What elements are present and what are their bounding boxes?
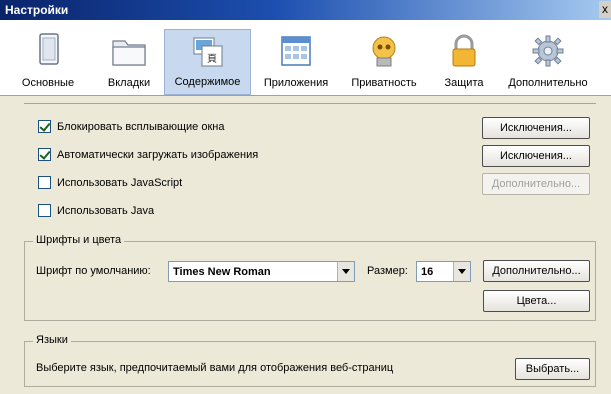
tab-security[interactable]: Защита: [436, 29, 492, 95]
panel-divider: [24, 103, 596, 104]
popups-exceptions-button[interactable]: Исключения...: [482, 117, 590, 139]
checkbox-label: Автоматически загружать изображения: [57, 148, 259, 161]
tab-advanced[interactable]: Дополнительно: [502, 29, 594, 95]
preferences-window: Настройки x Основные Вкладки 頁 Содержимо…: [0, 0, 611, 394]
block-popups-checkbox[interactable]: Блокировать всплывающие окна: [38, 120, 224, 133]
load-images-checkbox[interactable]: Автоматически загружать изображения: [38, 148, 258, 161]
font-size-value: 16: [421, 265, 434, 278]
tab-label: Содержимое: [174, 76, 241, 88]
window-title: Настройки: [5, 3, 69, 17]
general-window-icon: [28, 31, 68, 71]
tab-label: Дополнительно: [508, 77, 588, 89]
tab-label: Приватность: [351, 77, 417, 89]
applications-icon: [276, 31, 316, 71]
advanced-gear-icon: [528, 31, 568, 71]
category-toolbar: Основные Вкладки 頁 Содержимое Приложения…: [0, 20, 611, 96]
tab-label: Защита: [444, 77, 484, 89]
close-button[interactable]: x: [599, 1, 611, 18]
checkbox-label: Использовать JavaScript: [57, 176, 183, 189]
checkbox-box[interactable]: [38, 176, 51, 189]
fonts-colors-title: Шрифты и цвета: [33, 234, 125, 246]
javascript-checkbox[interactable]: Использовать JavaScript: [38, 176, 182, 189]
default-font-label: Шрифт по умолчанию:: [36, 265, 151, 277]
chevron-down-icon[interactable]: [337, 262, 354, 281]
checkbox-label: Блокировать всплывающие окна: [57, 120, 225, 133]
title-bar[interactable]: Настройки x: [0, 0, 611, 20]
colors-button[interactable]: Цвета...: [483, 290, 590, 312]
svg-text:頁: 頁: [207, 53, 217, 65]
tab-label: Основные: [21, 77, 75, 89]
default-font-select[interactable]: Times New Roman: [168, 261, 355, 282]
checkbox-label: Использовать Java: [57, 204, 155, 217]
tab-label: Вкладки: [107, 77, 151, 89]
images-exceptions-button[interactable]: Исключения...: [482, 145, 590, 167]
tab-applications[interactable]: Приложения: [258, 29, 334, 95]
checkbox-box[interactable]: [38, 204, 51, 217]
content-pictures-icon: 頁: [188, 32, 228, 72]
checkbox-box[interactable]: [38, 148, 51, 161]
size-label: Размер:: [367, 265, 408, 277]
java-checkbox[interactable]: Использовать Java: [38, 204, 154, 217]
fonts-advanced-button[interactable]: Дополнительно...: [483, 260, 590, 282]
choose-language-button[interactable]: Выбрать...: [515, 358, 590, 380]
tab-label: Приложения: [263, 77, 329, 89]
checkbox-box[interactable]: [38, 120, 51, 133]
tabs-folder-icon: [109, 31, 149, 71]
font-size-select[interactable]: 16: [416, 261, 471, 282]
chevron-down-icon[interactable]: [453, 262, 470, 281]
default-font-value: Times New Roman: [173, 265, 271, 278]
security-lock-icon: [444, 31, 484, 71]
privacy-mask-icon: [364, 31, 404, 71]
languages-description: Выберите язык, предпочитаемый вами для о…: [36, 362, 394, 374]
tab-content[interactable]: 頁 Содержимое: [164, 29, 251, 95]
tab-tabs[interactable]: Вкладки: [98, 29, 160, 95]
tab-general[interactable]: Основные: [18, 29, 78, 95]
javascript-advanced-button[interactable]: Дополнительно...: [482, 173, 590, 195]
tab-privacy[interactable]: Приватность: [344, 29, 424, 95]
languages-title: Языки: [33, 334, 71, 346]
